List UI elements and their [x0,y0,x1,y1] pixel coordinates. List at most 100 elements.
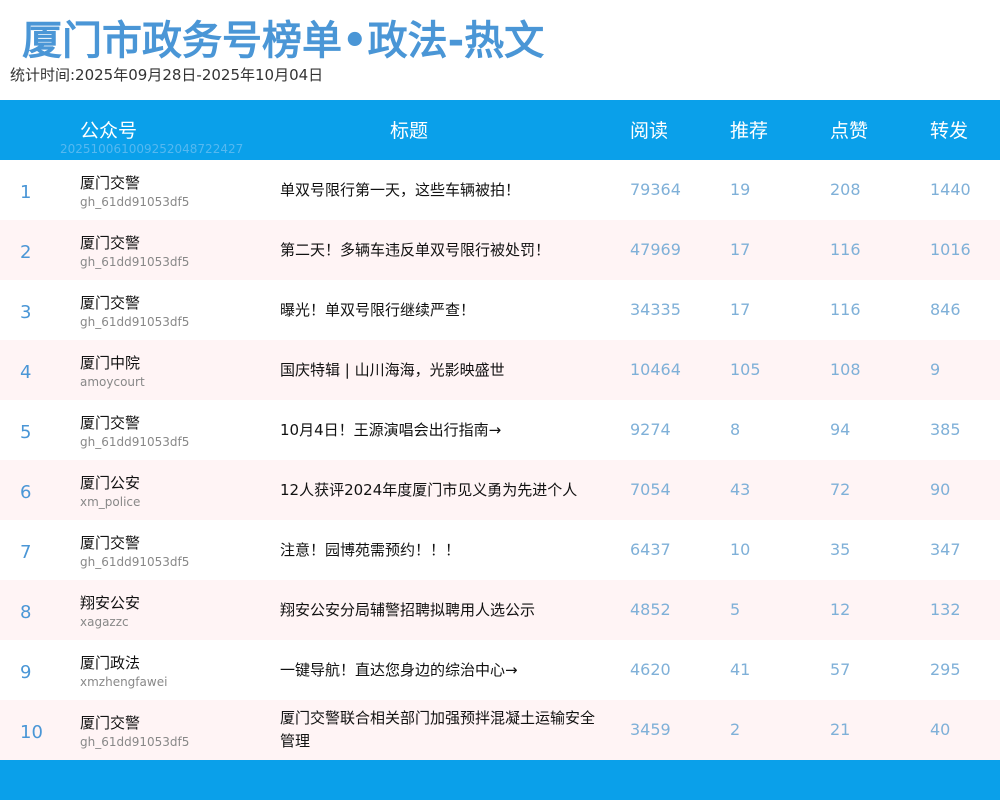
shares-value: 846 [930,300,961,319]
rank-number: 10 [20,722,43,743]
article-title[interactable]: 厦门交警联合相关部门加强预拌混凝土运输安全管理 [280,700,600,760]
footer-bar [0,760,1000,800]
account-id: amoycourt [80,375,145,389]
generation-stamp: 20251006100925204872​2427 [60,142,244,156]
account-id: xmzhengfawei [80,675,168,689]
account-name: 厦门中院 [80,354,141,372]
article-title[interactable]: 10月4日！王源演唱会出行指南→ [280,400,600,460]
rank-number: 7 [20,542,32,563]
likes-value: 35 [830,540,851,559]
column-header-account: 公众号 [80,120,138,142]
article-title[interactable]: 单双号限行第一天，这些车辆被拍！ [280,160,600,220]
recommends-value: 10 [730,540,751,559]
table-row[interactable]: 4 厦门中院 amoycourt 国庆特辑 | 山川海海，光影映盛世 10464 105 1… [0,340,1000,400]
account-name: 厦门交警 [80,174,141,192]
table-header: 公众号 标题 阅读 推荐 点赞 转发 20251006100925204872​… [0,100,1000,160]
account-name: 厦门交警 [80,234,141,252]
recommends-value: 17 [730,300,751,319]
shares-value: 1016 [930,240,971,259]
account-id: gh_61dd91053df5 [80,255,190,269]
article-title[interactable]: 第二天！多辆车违反单双号限行被处罚！ [280,220,600,280]
shares-value: 90 [930,480,951,499]
account-name: 厦门交警 [80,714,141,732]
article-title[interactable]: 一键导航！直达您身边的综治中心→ [280,640,600,700]
account-id: gh_61dd91053df5 [80,735,190,749]
article-title[interactable]: 曝光！单双号限行继续严查！ [280,280,600,340]
shares-value: 40 [930,720,951,739]
shares-value: 347 [930,540,961,559]
table-row[interactable]: 6 厦门公安 xm_police 12人获评2024年度厦门市见义勇为先进个人 7054… [0,460,1000,520]
column-header-likes: 点赞 [830,120,869,142]
recommends-value: 19 [730,180,751,199]
account-name: 厦门公安 [80,474,141,492]
reads-value: 4620 [630,660,671,679]
likes-value: 116 [830,300,861,319]
table-row[interactable]: 7 厦门交警 gh_61dd91053df5 注意！园博苑需预约！！！ 6437 10 35… [0,520,1000,580]
column-header-recommends: 推荐 [730,120,769,142]
rank-number: 1 [20,182,32,203]
article-title[interactable]: 注意！园博苑需预约！！！ [280,520,600,580]
account-id: xagazzc [80,615,129,629]
likes-value: 116 [830,240,861,259]
recommends-value: 41 [730,660,751,679]
article-title[interactable]: 12人获评2024年度厦门市见义勇为先进个人 [280,460,600,520]
reads-value: 3459 [630,720,671,739]
shares-value: 9 [930,360,941,379]
likes-value: 208 [830,180,861,199]
shares-value: 1440 [930,180,971,199]
column-header-shares: 转发 [930,120,969,142]
column-header-title: 标题 [390,120,429,142]
account-id: gh_61dd91053df5 [80,195,190,209]
rank-number: 9 [20,662,32,683]
recommends-value: 43 [730,480,751,499]
page-title: 厦门市政务号榜单•政法-热文 [22,18,545,64]
likes-value: 12 [830,600,851,619]
account-id: gh_61dd91053df5 [80,315,190,329]
shares-value: 295 [930,660,961,679]
shares-value: 385 [930,420,961,439]
reads-value: 34335 [630,300,681,319]
table-row[interactable]: 3 厦门交警 gh_61dd91053df5 曝光！单双号限行继续严查！ 34335 17… [0,280,1000,340]
reads-value: 7054 [630,480,671,499]
likes-value: 57 [830,660,851,679]
recommends-value: 2 [730,720,741,739]
recommends-value: 8 [730,420,741,439]
table-row[interactable]: 9 厦门政法 xmzhengfawei 一键导航！直达您身边的综治中心→ 4620 41 5… [0,640,1000,700]
column-header-reads: 阅读 [630,120,669,142]
reads-value: 4852 [630,600,671,619]
likes-value: 108 [830,360,861,379]
reads-value: 9274 [630,420,671,439]
reads-value: 47969 [630,240,681,259]
recommends-value: 105 [730,360,761,379]
ranking-table-body: 1 厦门交警 gh_61dd91053df5 单双号限行第一天，这些车辆被拍！ 7936… [0,160,1000,760]
reads-value: 79364 [630,180,681,199]
statistics-period: 统计时间:2025年09月28日-2025年10月04日 [10,66,324,84]
table-row[interactable]: 10 厦门交警 gh_61dd91053df5 厦门交警联合相关部门加强预拌混凝土运输… [0,700,1000,760]
likes-value: 21 [830,720,851,739]
account-name: 翔安公安 [80,594,141,612]
table-row[interactable]: 8 翔安公安 xagazzc 翔安公安分局辅警招聘拟聘用人选公示 4852 5 12 132 [0,580,1000,640]
account-name: 厦门政法 [80,654,141,672]
table-row[interactable]: 2 厦门交警 gh_61dd91053df5 第二天！多辆车违反单双号限行被处罚！ 47… [0,220,1000,280]
rank-number: 4 [20,362,32,383]
article-title[interactable]: 翔安公安分局辅警招聘拟聘用人选公示 [280,580,600,640]
rank-number: 5 [20,422,32,443]
account-id: gh_61dd91053df5 [80,435,190,449]
account-name: 厦门交警 [80,534,141,552]
rank-number: 6 [20,482,32,503]
account-id: xm_police [80,495,141,509]
shares-value: 132 [930,600,961,619]
recommends-value: 17 [730,240,751,259]
reads-value: 6437 [630,540,671,559]
account-name: 厦门交警 [80,414,141,432]
table-row[interactable]: 1 厦门交警 gh_61dd91053df5 单双号限行第一天，这些车辆被拍！ 7936… [0,160,1000,220]
likes-value: 94 [830,420,851,439]
table-row[interactable]: 5 厦门交警 gh_61dd91053df5 10月4日！王源演唱会出行指南→ 9274… [0,400,1000,460]
likes-value: 72 [830,480,851,499]
recommends-value: 5 [730,600,741,619]
account-id: gh_61dd91053df5 [80,555,190,569]
account-name: 厦门交警 [80,294,141,312]
article-title[interactable]: 国庆特辑 | 山川海海，光影映盛世 [280,340,600,400]
rank-number: 2 [20,242,32,263]
rank-number: 3 [20,302,32,323]
